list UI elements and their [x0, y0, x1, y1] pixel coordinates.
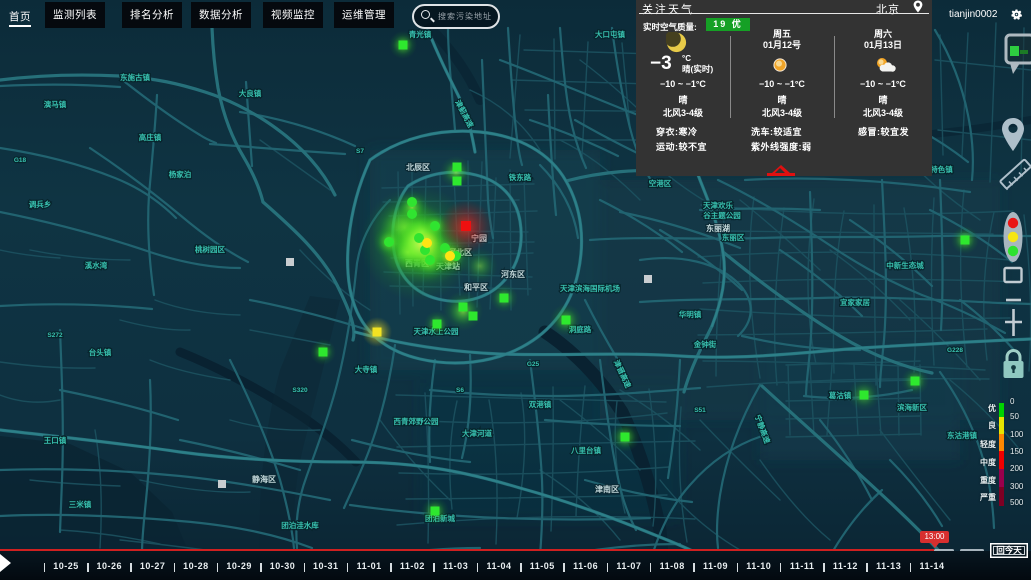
svg-text:大津河道: 大津河道	[462, 428, 492, 438]
svg-text:北辰区: 北辰区	[406, 162, 430, 172]
svg-text:台头镇: 台头镇	[89, 347, 112, 357]
svg-text:八里台镇: 八里台镇	[570, 445, 601, 455]
svg-text:大口屯镇: 大口屯镇	[595, 29, 625, 39]
svg-text:滨海新区: 滨海新区	[897, 402, 927, 412]
svg-text:团泊洼水库: 团泊洼水库	[281, 520, 319, 530]
svg-text:S272: S272	[47, 332, 63, 339]
svg-text:G25: G25	[527, 361, 540, 368]
svg-text:空港区: 空港区	[649, 178, 672, 188]
svg-text:S6: S6	[456, 387, 464, 394]
svg-text:天津欢乐: 天津欢乐	[703, 200, 733, 210]
svg-text:高庄镇: 高庄镇	[139, 132, 162, 142]
svg-text:杨家泊: 杨家泊	[169, 169, 192, 179]
svg-text:静海区: 静海区	[252, 474, 276, 484]
svg-text:调兵乡: 调兵乡	[29, 199, 52, 209]
svg-text:谷主题公园: 谷主题公园	[703, 210, 741, 220]
svg-text:王口镇: 王口镇	[44, 435, 67, 445]
svg-text:双港镇: 双港镇	[529, 399, 552, 409]
svg-text:西青郊野公园: 西青郊野公园	[394, 416, 439, 426]
svg-text:河东区: 河东区	[501, 269, 525, 279]
svg-text:G18: G18	[14, 157, 27, 164]
svg-text:三米镇: 三米镇	[69, 499, 92, 509]
svg-text:S51: S51	[694, 407, 706, 414]
svg-text:S320: S320	[292, 387, 308, 394]
svg-text:宜家家居: 宜家家居	[840, 297, 870, 307]
svg-text:溪水湾: 溪水湾	[85, 260, 108, 270]
svg-text:桃树园区: 桃树园区	[195, 244, 225, 254]
svg-text:东施古镇: 东施古镇	[120, 72, 150, 82]
svg-text:金钟街: 金钟街	[693, 339, 717, 349]
svg-text:铁东路: 铁东路	[509, 172, 532, 182]
svg-text:中新生态城: 中新生态城	[886, 260, 924, 270]
svg-text:G228: G228	[947, 347, 963, 354]
svg-text:天津滨海国际机场: 天津滨海国际机场	[560, 283, 620, 293]
svg-text:演马镇: 演马镇	[44, 99, 67, 109]
svg-text:S7: S7	[356, 148, 364, 155]
svg-text:华明镇: 华明镇	[679, 309, 702, 319]
svg-text:东丽区: 东丽区	[722, 232, 745, 242]
svg-text:津南区: 津南区	[595, 484, 619, 494]
svg-text:东沽港镇: 东沽港镇	[947, 430, 977, 440]
svg-text:大良镇: 大良镇	[239, 88, 262, 98]
svg-text:东丽湖: 东丽湖	[706, 223, 730, 233]
svg-text:大寺镇: 大寺镇	[355, 364, 378, 374]
